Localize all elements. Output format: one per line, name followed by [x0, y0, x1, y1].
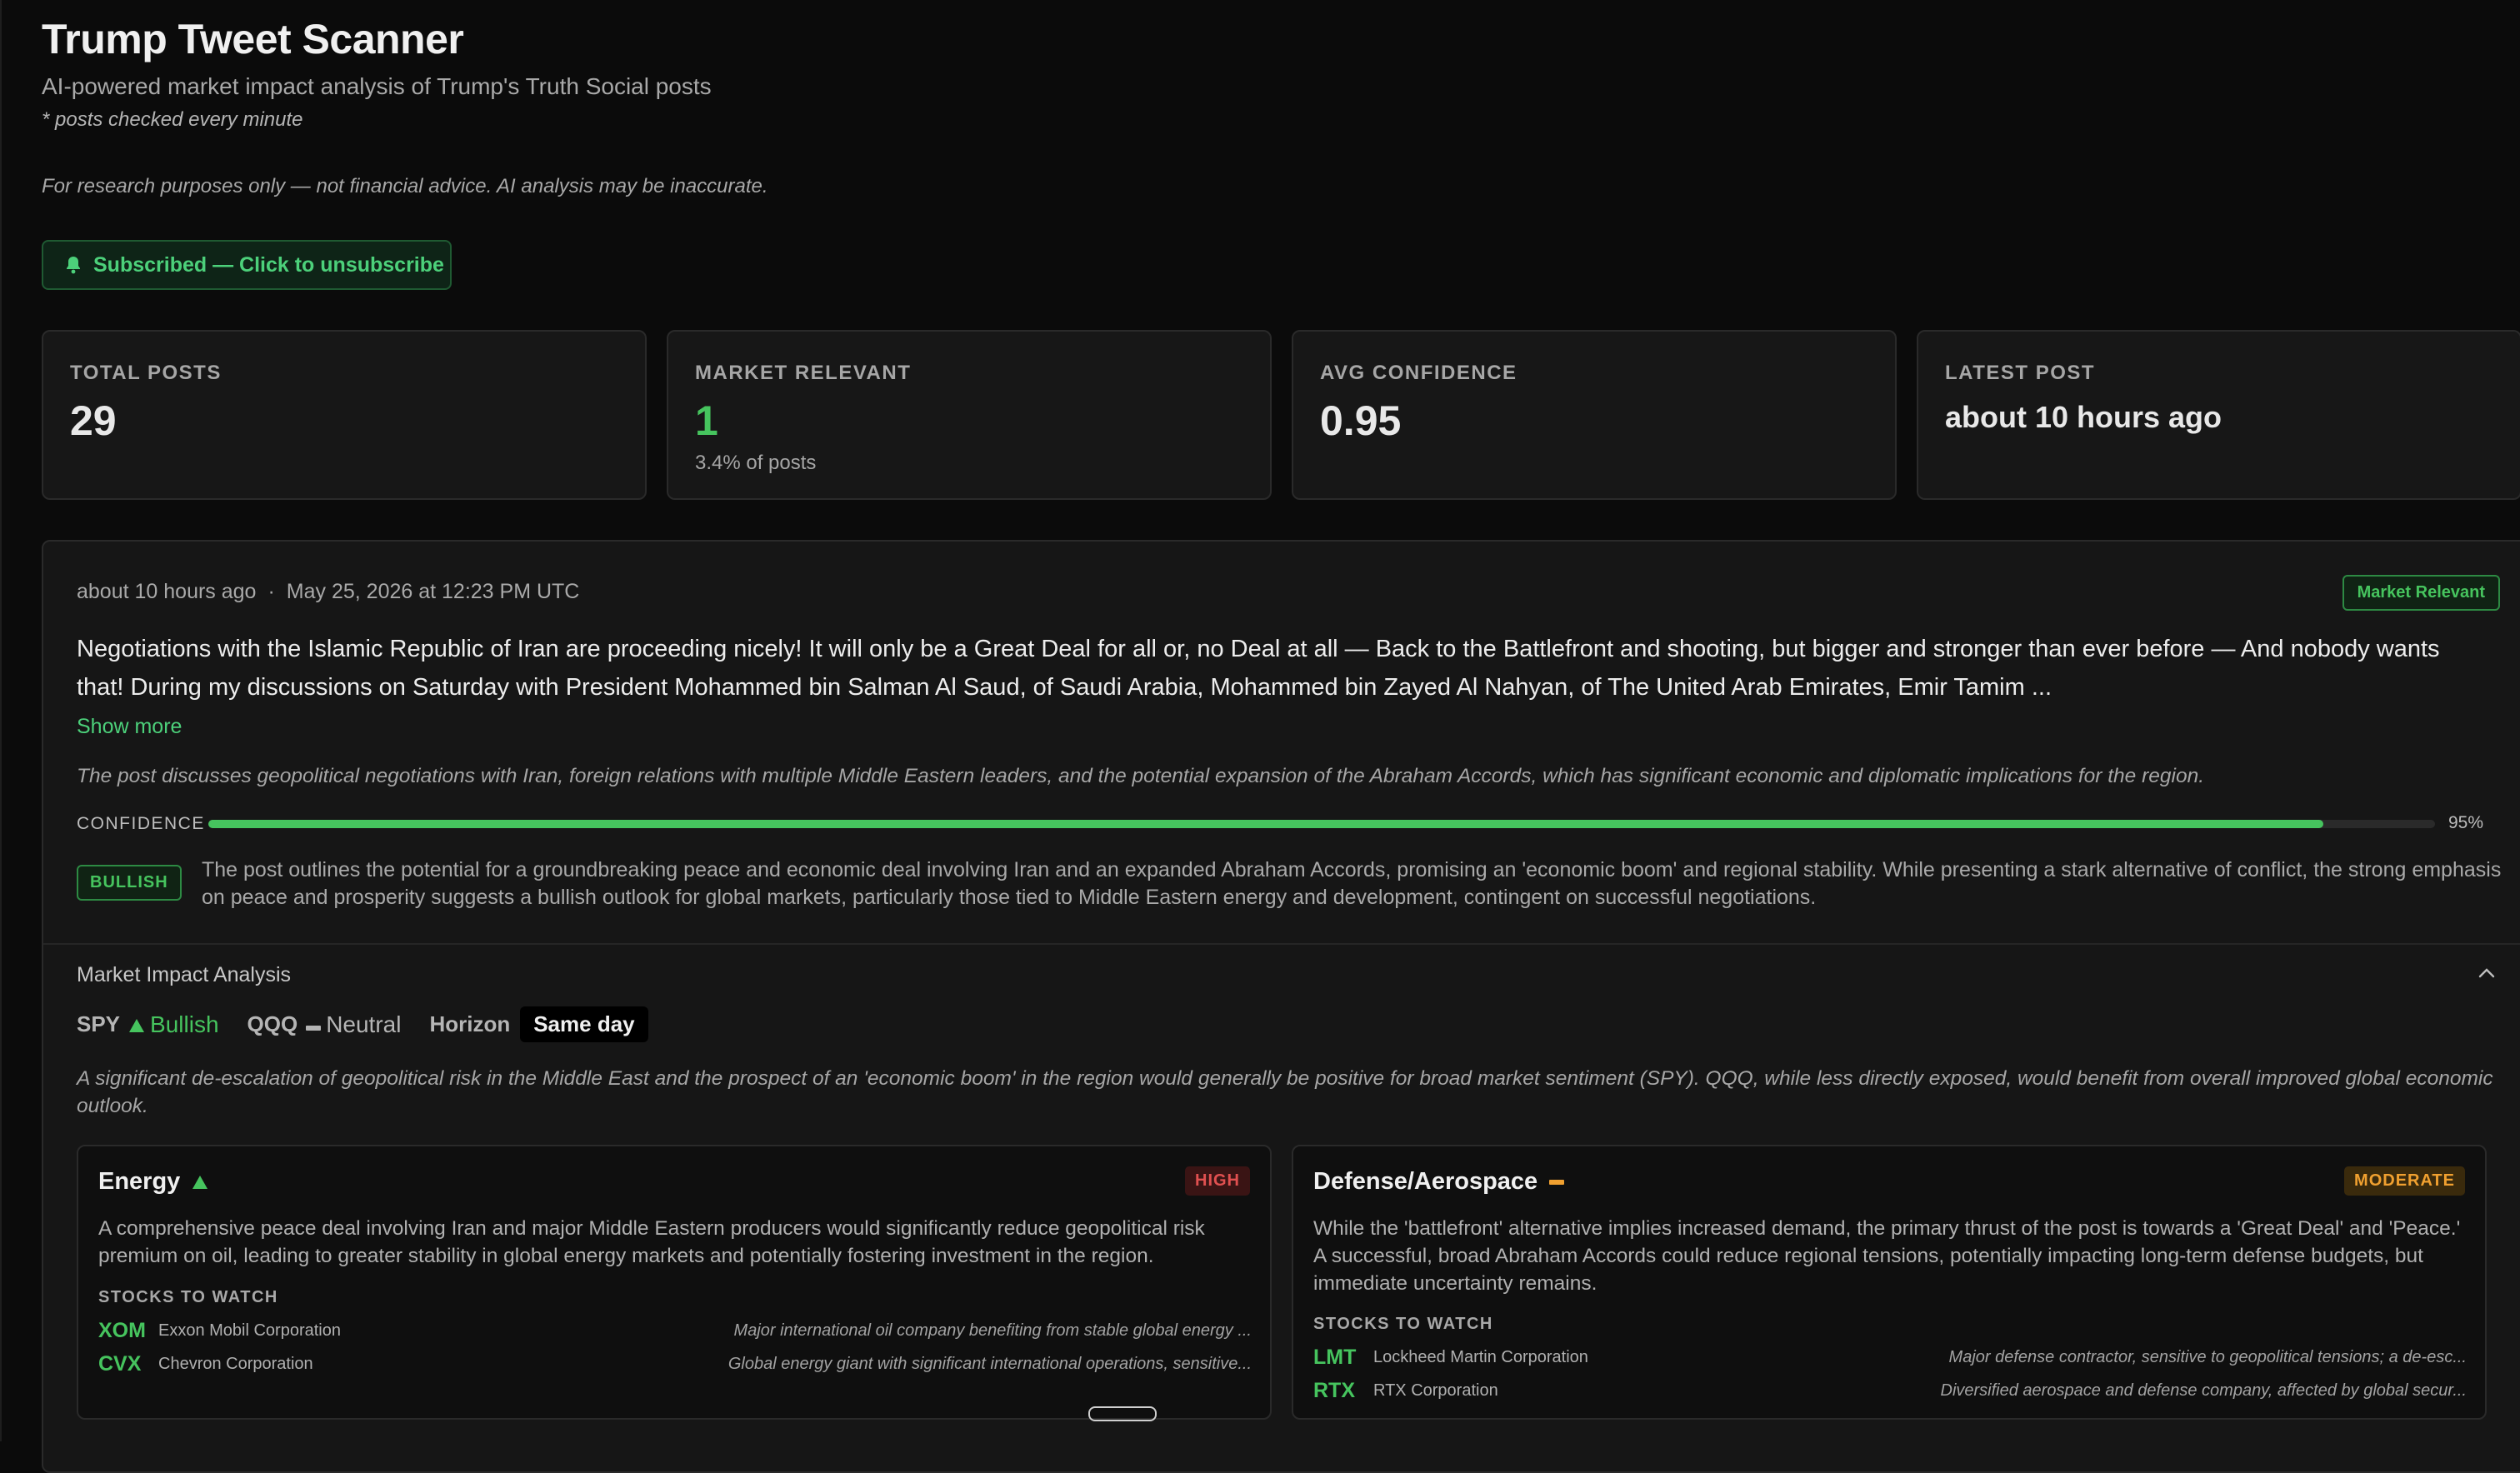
stat-market-relevant: MARKET RELEVANT 1 3.4% of posts — [667, 330, 1272, 500]
stock-company: Lockheed Martin Corporation — [1373, 1347, 1588, 1366]
stats-row: TOTAL POSTS 29 MARKET RELEVANT 1 3.4% of… — [42, 330, 2520, 500]
sentiment-rationale: The post outlines the potential for a gr… — [202, 858, 2502, 909]
stock-ticker: CVX — [98, 1351, 142, 1376]
sector-description: While the 'battlefront' alternative impl… — [1313, 1217, 2461, 1295]
page-edge — [0, 0, 2, 1441]
confidence-bar — [208, 820, 2435, 828]
stat-value: 0.95 — [1320, 397, 1402, 444]
market-relevant-badge: Market Relevant — [2342, 575, 2500, 611]
post-meta: about 10 hours ago · May 25, 2026 at 12:23… — [77, 580, 579, 604]
stock-row[interactable]: XOM Exxon Mobil Corporation Major intern… — [98, 1316, 1252, 1345]
post-summary: The post discusses geopolitical negotiat… — [77, 765, 2205, 787]
stock-ticker: XOM — [98, 1318, 146, 1342]
dash-icon — [1549, 1179, 1565, 1185]
sector-card-energy: Energy HIGH A comprehensive peace deal i… — [77, 1145, 1272, 1420]
stat-label: LATEST POST — [1945, 362, 2096, 384]
market-impact-title: Market Impact Analysis — [77, 963, 292, 986]
stat-total-posts: TOTAL POSTS 29 — [42, 330, 647, 500]
stock-note: Diversified aerospace and defense compan… — [1940, 1381, 2467, 1400]
confidence-label: CONFIDENCE — [77, 814, 205, 833]
horizon-label: Horizon — [429, 1011, 511, 1036]
impact-badge: HIGH — [1185, 1166, 1250, 1196]
stock-company: Chevron Corporation — [158, 1354, 313, 1373]
sector-name-text: Energy — [98, 1168, 181, 1195]
sector-description: A comprehensive peace deal involving Ira… — [98, 1217, 1205, 1267]
spy-direction-text: Bullish — [150, 1011, 219, 1037]
sector-card-defense: Defense/Aerospace MODERATE While the 'ba… — [1292, 1145, 2487, 1420]
post-relative-time: about 10 hours ago — [77, 580, 257, 603]
dash-icon — [306, 1025, 322, 1031]
stat-label: AVG CONFIDENCE — [1320, 362, 1518, 384]
stat-avg-confidence: AVG CONFIDENCE 0.95 — [1292, 330, 1897, 500]
arrow-up-icon — [192, 1175, 208, 1189]
qqq-label: QQQ — [247, 1011, 298, 1036]
stat-label: MARKET RELEVANT — [695, 362, 912, 384]
polling-note: * posts checked every minute — [42, 108, 303, 131]
stock-note: Major international oil company benefiti… — [733, 1321, 1252, 1340]
qqq-direction: Neutral — [306, 1011, 401, 1038]
stock-note: Major defense contractor, sensitive to g… — [1948, 1347, 2467, 1366]
stocks-to-watch-label: STOCKS TO WATCH — [98, 1288, 278, 1306]
arrow-up-icon — [129, 1018, 145, 1032]
stock-row[interactable]: RTX RTX Corporation Diversified aerospac… — [1313, 1376, 2467, 1405]
bell-icon — [67, 257, 80, 274]
spy-label: SPY — [77, 1011, 121, 1036]
sector-name-text: Defense/Aerospace — [1313, 1168, 1538, 1195]
stat-value: 1 — [695, 397, 718, 444]
stock-ticker: RTX — [1313, 1378, 1355, 1402]
stock-company: RTX Corporation — [1373, 1381, 1498, 1400]
meta-separator: · — [268, 580, 275, 603]
stat-sub: 3.4% of posts — [695, 452, 817, 474]
impact-badge: MODERATE — [2344, 1166, 2465, 1196]
stat-value: about 10 hours ago — [1945, 400, 2222, 434]
show-more-link[interactable]: Show more — [77, 715, 182, 739]
page-title: Trump Tweet Scanner — [42, 16, 464, 62]
sector-name: Energy — [98, 1168, 208, 1196]
spy-direction: Bullish — [128, 1011, 219, 1038]
confidence-bar-fill — [208, 820, 2324, 828]
horizon-value: Same day — [520, 1006, 648, 1042]
post-text: Negotiations with the Islamic Republic o… — [77, 636, 2440, 701]
stock-company: Exxon Mobil Corporation — [158, 1321, 341, 1340]
subscribe-toggle-button[interactable]: Subscribed — Click to unsubscribe — [42, 240, 452, 290]
page-subtitle: AI-powered market impact analysis of Tru… — [42, 73, 712, 99]
stat-value: 29 — [70, 397, 117, 444]
qqq-direction-text: Neutral — [326, 1011, 402, 1037]
post-timestamp: May 25, 2026 at 12:23 PM UTC — [286, 580, 580, 603]
sector-name: Defense/Aerospace — [1313, 1168, 1565, 1196]
disclaimer: For research purposes only — not financi… — [42, 175, 768, 197]
sentiment-badge: BULLISH — [77, 865, 182, 901]
chevron-up-icon[interactable] — [2475, 961, 2498, 985]
page-header: Trump Tweet Scanner AI-powered market im… — [42, 15, 712, 132]
stat-latest-post: LATEST POST about 10 hours ago — [1917, 330, 2520, 500]
scroll-indicator[interactable] — [1088, 1406, 1157, 1421]
stat-label: TOTAL POSTS — [70, 362, 222, 384]
section-divider — [43, 943, 2520, 945]
post-card: about 10 hours ago · May 25, 2026 at 12:23… — [42, 540, 2520, 1473]
stocks-to-watch-label: STOCKS TO WATCH — [1313, 1315, 1493, 1333]
stock-row[interactable]: CVX Chevron Corporation Global energy gi… — [98, 1350, 1252, 1378]
subscribe-label: Subscribed — Click to unsubscribe — [93, 252, 444, 277]
index-analysis: A significant de-escalation of geopoliti… — [77, 1067, 2493, 1117]
index-outlook: SPY Bullish QQQ Neutral Horizon Same day — [77, 1006, 648, 1042]
stock-row[interactable]: LMT Lockheed Martin Corporation Major de… — [1313, 1343, 2467, 1371]
stock-note: Global energy giant with significant int… — [728, 1354, 1252, 1373]
confidence-percent: 95% — [2448, 813, 2484, 832]
stock-ticker: LMT — [1313, 1345, 1357, 1369]
